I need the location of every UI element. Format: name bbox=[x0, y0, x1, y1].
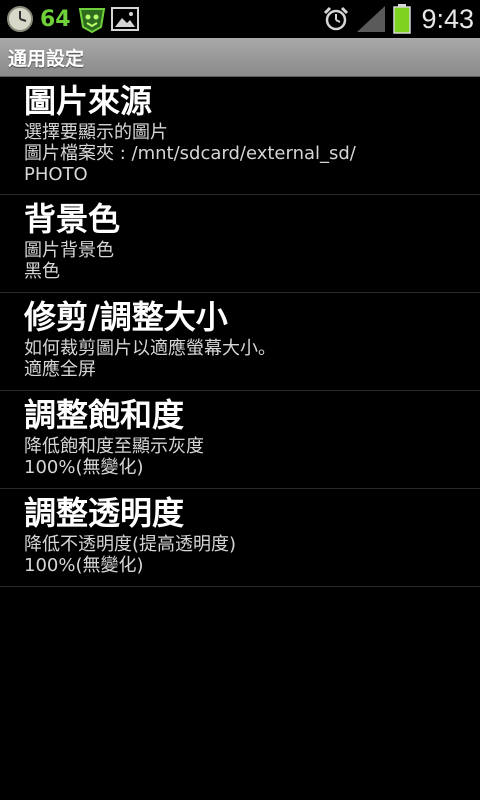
setting-background-color[interactable]: 背景色 圖片背景色 黑色 bbox=[0, 195, 480, 293]
setting-title: 背景色 bbox=[24, 200, 121, 238]
bug-icon bbox=[77, 5, 107, 33]
setting-title: 調整透明度 bbox=[24, 494, 185, 532]
clock-icon bbox=[6, 5, 34, 33]
setting-saturation[interactable]: 調整飽和度 降低飽和度至顯示灰度 100%(無變化) bbox=[0, 391, 480, 489]
setting-image-source[interactable]: 圖片來源 選擇要顯示的圖片 圖片檔案夾 : /mnt/sdcard/extern… bbox=[0, 77, 480, 195]
setting-folder-path: 圖片檔案夾 : /mnt/sdcard/external_sd/ bbox=[24, 143, 356, 164]
status-time: 9:43 bbox=[421, 3, 474, 34]
signal-icon bbox=[355, 5, 387, 33]
setting-summary: 選擇要顯示的圖片 bbox=[24, 122, 168, 143]
battery-icon bbox=[393, 4, 412, 34]
page-title: 通用設定 bbox=[8, 48, 85, 70]
notification-icons: 64 bbox=[6, 5, 139, 33]
settings-list: 圖片來源 選擇要顯示的圖片 圖片檔案夾 : /mnt/sdcard/extern… bbox=[0, 77, 480, 587]
setting-value: 100%(無變化) bbox=[24, 457, 144, 478]
image-icon bbox=[110, 6, 139, 32]
setting-value: PHOTO bbox=[24, 164, 88, 185]
system-icons: 9:43 bbox=[323, 4, 474, 34]
setting-value: 適應全屏 bbox=[24, 359, 96, 380]
setting-value: 100%(無變化) bbox=[24, 555, 144, 576]
setting-summary: 降低不透明度(提高透明度) bbox=[24, 534, 237, 555]
setting-summary: 圖片背景色 bbox=[24, 240, 114, 261]
setting-title: 調整飽和度 bbox=[24, 396, 185, 434]
setting-summary: 降低飽和度至顯示灰度 bbox=[24, 436, 204, 457]
notification-count: 64 bbox=[40, 6, 71, 32]
setting-value: 黑色 bbox=[24, 261, 60, 282]
setting-summary: 如何裁剪圖片以適應螢幕大小。 bbox=[24, 338, 276, 359]
alarm-icon bbox=[323, 6, 349, 32]
setting-crop-resize[interactable]: 修剪/調整大小 如何裁剪圖片以適應螢幕大小。 適應全屏 bbox=[0, 293, 480, 391]
setting-title: 圖片來源 bbox=[24, 82, 153, 120]
title-bar: 通用設定 bbox=[0, 38, 480, 77]
status-bar: 64 9:43 bbox=[0, 0, 480, 38]
setting-title: 修剪/調整大小 bbox=[24, 298, 228, 336]
setting-transparency[interactable]: 調整透明度 降低不透明度(提高透明度) 100%(無變化) bbox=[0, 489, 480, 587]
